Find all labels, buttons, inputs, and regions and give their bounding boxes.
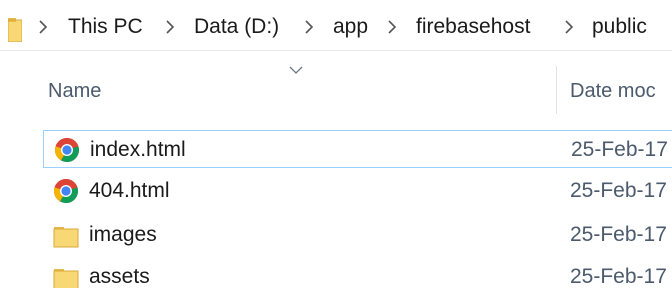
chevron-right-icon[interactable]: [385, 18, 399, 36]
breadcrumb[interactable]: This PC Data (D:) app firebasehost publi…: [0, 0, 672, 51]
chrome-icon: [54, 137, 80, 163]
chevron-right-icon[interactable]: [302, 18, 316, 36]
breadcrumb-data-drive[interactable]: Data (D:): [194, 13, 279, 41]
file-explorer-window: This PC Data (D:) app firebasehost publi…: [0, 0, 672, 288]
column-header-name[interactable]: Name: [48, 78, 101, 104]
file-name: images: [89, 223, 157, 246]
file-row-404-html[interactable]: 404.html 25-Feb-17: [43, 172, 672, 210]
file-name: assets: [89, 265, 150, 288]
file-name: 404.html: [89, 179, 170, 202]
chevron-right-icon[interactable]: [163, 18, 177, 36]
folder-icon: [53, 222, 79, 248]
breadcrumb-public[interactable]: public: [592, 13, 647, 41]
breadcrumb-app[interactable]: app: [333, 13, 368, 41]
file-date: 25-Feb-17: [570, 223, 667, 246]
file-name: index.html: [90, 138, 186, 161]
file-date: 25-Feb-17: [570, 179, 667, 202]
file-row-images[interactable]: images 25-Feb-17: [43, 216, 672, 254]
chevron-down-icon: [288, 62, 304, 74]
chrome-icon: [53, 178, 79, 204]
breadcrumb-firebasehost[interactable]: firebasehost: [416, 13, 530, 41]
breadcrumb-this-pc[interactable]: This PC: [68, 13, 143, 41]
folder-icon: [53, 264, 79, 288]
column-header-date-modified[interactable]: Date moc: [570, 78, 656, 104]
file-date: 25-Feb-17: [571, 138, 668, 161]
file-row-assets[interactable]: assets 25-Feb-17: [43, 258, 672, 288]
file-row-index-html[interactable]: index.html 25-Feb-17: [43, 130, 672, 168]
chevron-right-icon[interactable]: [562, 18, 576, 36]
column-divider[interactable]: [556, 66, 557, 114]
file-date: 25-Feb-17: [570, 265, 667, 288]
chevron-right-icon[interactable]: [36, 18, 50, 36]
folder-icon: [7, 14, 23, 43]
